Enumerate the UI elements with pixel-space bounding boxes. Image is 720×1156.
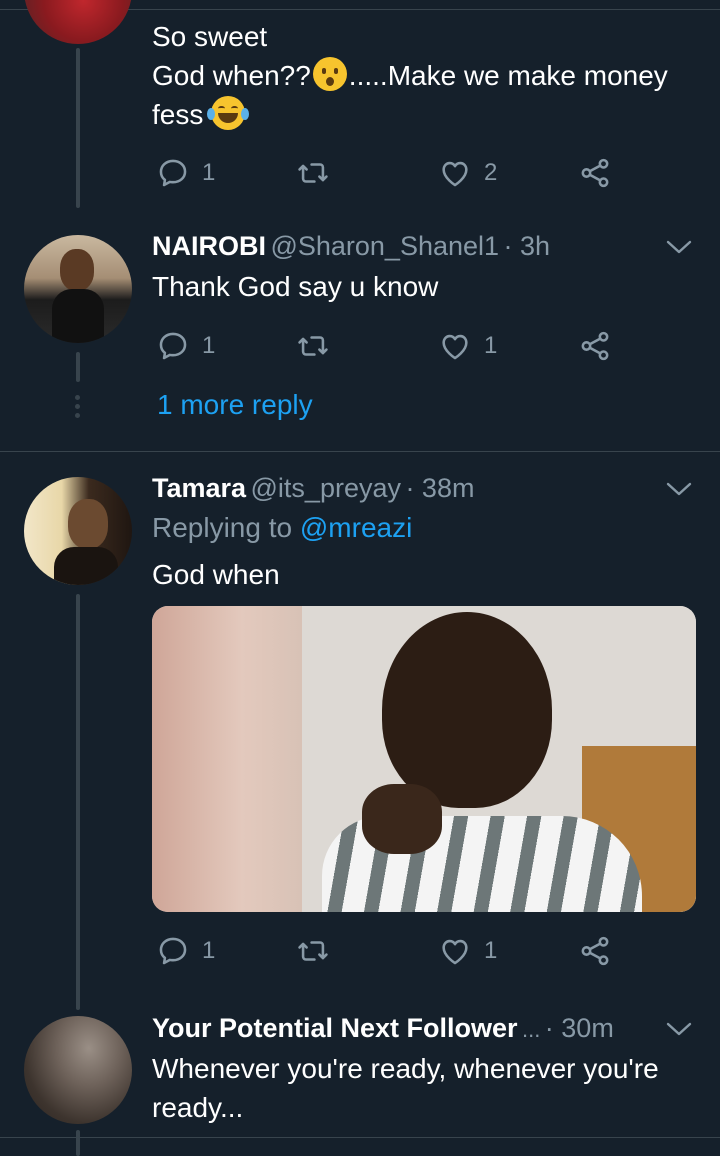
hushed-face-emoji	[312, 57, 347, 91]
like-count: 2	[484, 159, 498, 186]
reply-icon	[159, 159, 187, 187]
tweet-line: So sweet	[152, 21, 268, 52]
divider	[0, 451, 720, 452]
avatar[interactable]	[24, 0, 132, 44]
reply-icon	[159, 937, 187, 965]
like-button[interactable]: 2	[438, 153, 497, 193]
tweet-media-image[interactable]	[152, 606, 696, 912]
share-icon	[581, 158, 609, 188]
like-count: 1	[484, 332, 498, 359]
tweet-time: · 3h	[503, 231, 551, 261]
retweet-button[interactable]	[296, 326, 330, 366]
tweet-line: fess	[152, 95, 668, 134]
retweet-icon	[298, 336, 328, 356]
tweet-header: Tamara @its_preyay · 38m	[152, 473, 474, 504]
tweet-time: · 30m	[544, 1013, 614, 1043]
like-icon	[442, 334, 468, 360]
share-button[interactable]	[578, 153, 612, 193]
tweet-line: ready...	[152, 1092, 244, 1123]
like-button[interactable]: 1	[438, 326, 497, 366]
thread-line	[76, 48, 80, 208]
author-name[interactable]: Tamara	[152, 473, 246, 503]
like-count: 1	[484, 937, 498, 964]
tweet-text: Thank God say u know	[152, 271, 439, 302]
tweet-text: So sweet God when?? .....Make we make mon…	[152, 17, 668, 134]
tweet-header: NAIROBI @Sharon_Shanel1 · 3h	[152, 231, 550, 262]
like-icon	[442, 161, 468, 187]
share-icon	[581, 936, 609, 966]
thread-line	[76, 352, 80, 382]
avatar[interactable]	[24, 477, 132, 585]
share-button[interactable]	[578, 326, 612, 366]
tweet-time: · 38m	[405, 473, 475, 503]
author-handle[interactable]: @its_preyay	[251, 473, 401, 503]
reply-button[interactable]: 1	[156, 153, 215, 193]
reply-count: 1	[202, 937, 216, 964]
tweet-header: Your Potential Next Follower ... · 30m	[152, 1013, 614, 1044]
more-replies-link[interactable]: 1 more reply	[157, 389, 313, 421]
author-name[interactable]: Your Potential Next Follower	[152, 1013, 518, 1043]
tweet-line: Whenever you're ready, whenever you're	[152, 1053, 659, 1084]
chevron-down-icon[interactable]	[664, 479, 694, 499]
share-icon	[581, 331, 609, 361]
thread-line	[76, 594, 80, 1010]
reply-icon	[159, 332, 187, 360]
reply-button[interactable]: 1	[156, 326, 215, 366]
share-button[interactable]	[578, 931, 612, 971]
author-name[interactable]: NAIROBI	[152, 231, 266, 261]
author-handle[interactable]: @Sharon_Shanel1	[270, 231, 499, 261]
tweet-line: God when?? .....Make we make money	[152, 56, 668, 95]
reply-count: 1	[202, 159, 216, 186]
reply-button[interactable]: 1	[156, 931, 215, 971]
bottom-divider	[0, 1137, 720, 1138]
retweet-icon	[298, 163, 328, 183]
replying-to: Replying to @mreazi	[152, 512, 412, 544]
tweet-actions: 1 1	[152, 931, 622, 971]
chevron-down-icon[interactable]	[664, 1019, 694, 1039]
chevron-down-icon[interactable]	[664, 237, 694, 257]
tears-of-joy-emoji	[207, 96, 250, 130]
like-icon	[442, 939, 468, 965]
avatar[interactable]	[24, 235, 132, 343]
retweet-icon	[298, 941, 328, 961]
tweet-actions: 1 1	[152, 326, 622, 366]
retweet-button[interactable]	[296, 153, 330, 193]
name-truncation: ...	[522, 1017, 541, 1042]
thread-line	[76, 1130, 80, 1156]
reply-count: 1	[202, 332, 216, 359]
tweet-text: Whenever you're ready, whenever you're r…	[152, 1049, 659, 1127]
more-dots	[75, 395, 81, 418]
replying-prefix: Replying to	[152, 512, 293, 543]
like-button[interactable]: 1	[438, 931, 497, 971]
tweet-actions: 1 2	[152, 153, 622, 193]
avatar[interactable]	[24, 1016, 132, 1124]
replying-to-handle[interactable]: @mreazi	[300, 512, 412, 543]
retweet-button[interactable]	[296, 931, 330, 971]
tweet-text: God when	[152, 559, 280, 590]
